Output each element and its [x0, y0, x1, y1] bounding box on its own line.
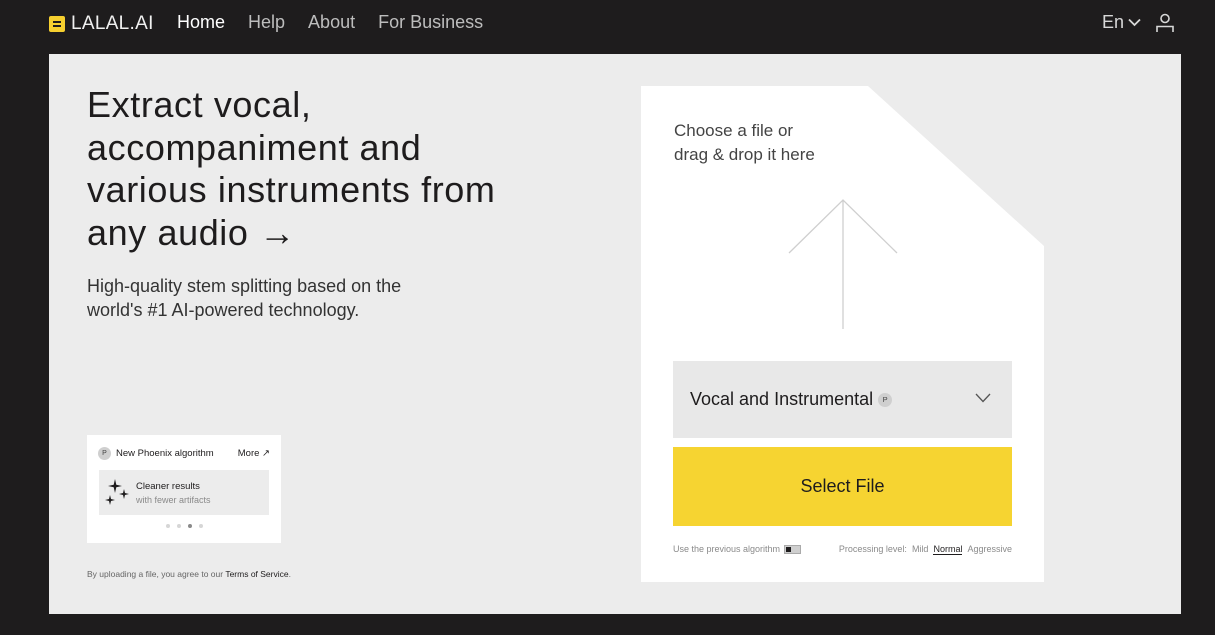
promo-carousel: P New Phoenix algorithm More ↗ Cleaner r… [87, 435, 281, 543]
hero-subtitle: High-quality stem splitting based on the… [87, 276, 402, 320]
select-file-button[interactable]: Select File [673, 447, 1012, 526]
language-label: En [1102, 12, 1125, 32]
logo-text: LALAL.AI [71, 13, 154, 34]
user-icon[interactable] [1155, 13, 1175, 33]
nav-about[interactable]: About [308, 12, 355, 33]
dropzone-instructions: Choose a file or drag & drop it here [674, 119, 874, 167]
drop-line-1: Choose a file or [674, 121, 794, 140]
promo-header: P New Phoenix algorithm More ↗ [98, 447, 270, 460]
processing-level-label: Processing level: [838, 544, 907, 554]
sparkle-icon [105, 479, 129, 505]
level-aggressive[interactable]: Aggressive [967, 544, 1012, 555]
logo-mark-icon [49, 16, 65, 32]
nav-home[interactable]: Home [177, 12, 225, 33]
chevron-down-icon [1128, 18, 1141, 27]
language-selector[interactable]: En [1102, 12, 1141, 33]
level-normal[interactable]: Normal [933, 544, 963, 555]
separation-type-select[interactable]: Vocal and Instrumental P [673, 361, 1012, 438]
nav-help[interactable]: Help [248, 12, 285, 33]
carousel-dot[interactable] [165, 524, 170, 528]
previous-algorithm-option: Use the previous algorithm [673, 544, 802, 554]
hero-title: Extract vocal, accompaniment and various… [87, 84, 496, 253]
previous-algorithm-label: Use the previous algorithm [673, 544, 781, 554]
promo-card: Cleaner results with fewer artifacts [99, 470, 269, 515]
carousel-dot[interactable] [176, 524, 181, 528]
separation-type-label: Vocal and Instrumental [690, 389, 874, 409]
main-panel: Extract vocal, accompaniment and various… [49, 54, 1181, 614]
promo-card-subtitle: with fewer artifacts [136, 495, 211, 505]
phoenix-icon: P [878, 392, 893, 407]
promo-card-title: Cleaner results [136, 481, 200, 492]
carousel-dot-active[interactable] [187, 524, 192, 528]
promo-more-link[interactable]: More ↗ [238, 448, 270, 459]
main-nav: Home Help About For Business [177, 12, 483, 33]
terms-prefix: By uploading a file, you agree to our [87, 569, 224, 579]
terms-of-service-link[interactable]: Terms of Service [225, 569, 288, 579]
terms-suffix: . [288, 569, 291, 579]
chevron-down-icon [975, 393, 991, 403]
upload-arrow-icon [788, 199, 898, 329]
upload-dropzone[interactable]: Choose a file or drag & drop it here Voc… [641, 86, 1044, 582]
nav-for-business[interactable]: For Business [378, 12, 483, 33]
drop-line-2: drag & drop it here [674, 145, 815, 164]
processing-level: Processing level: Mild Normal Aggressive [839, 544, 1012, 555]
previous-algorithm-toggle[interactable] [784, 544, 802, 554]
promo-badge-label: New Phoenix algorithm [116, 448, 214, 459]
carousel-dot[interactable] [198, 524, 203, 528]
promo-badge: P New Phoenix algorithm [98, 447, 214, 460]
top-nav-bar: LALAL.AI Home Help About For Business En [0, 0, 1215, 46]
level-mild[interactable]: Mild [912, 544, 929, 555]
logo[interactable]: LALAL.AI [49, 13, 154, 35]
carousel-dots [87, 524, 281, 528]
terms-notice: By uploading a file, you agree to our Te… [87, 569, 291, 579]
phoenix-icon: P [98, 447, 111, 460]
